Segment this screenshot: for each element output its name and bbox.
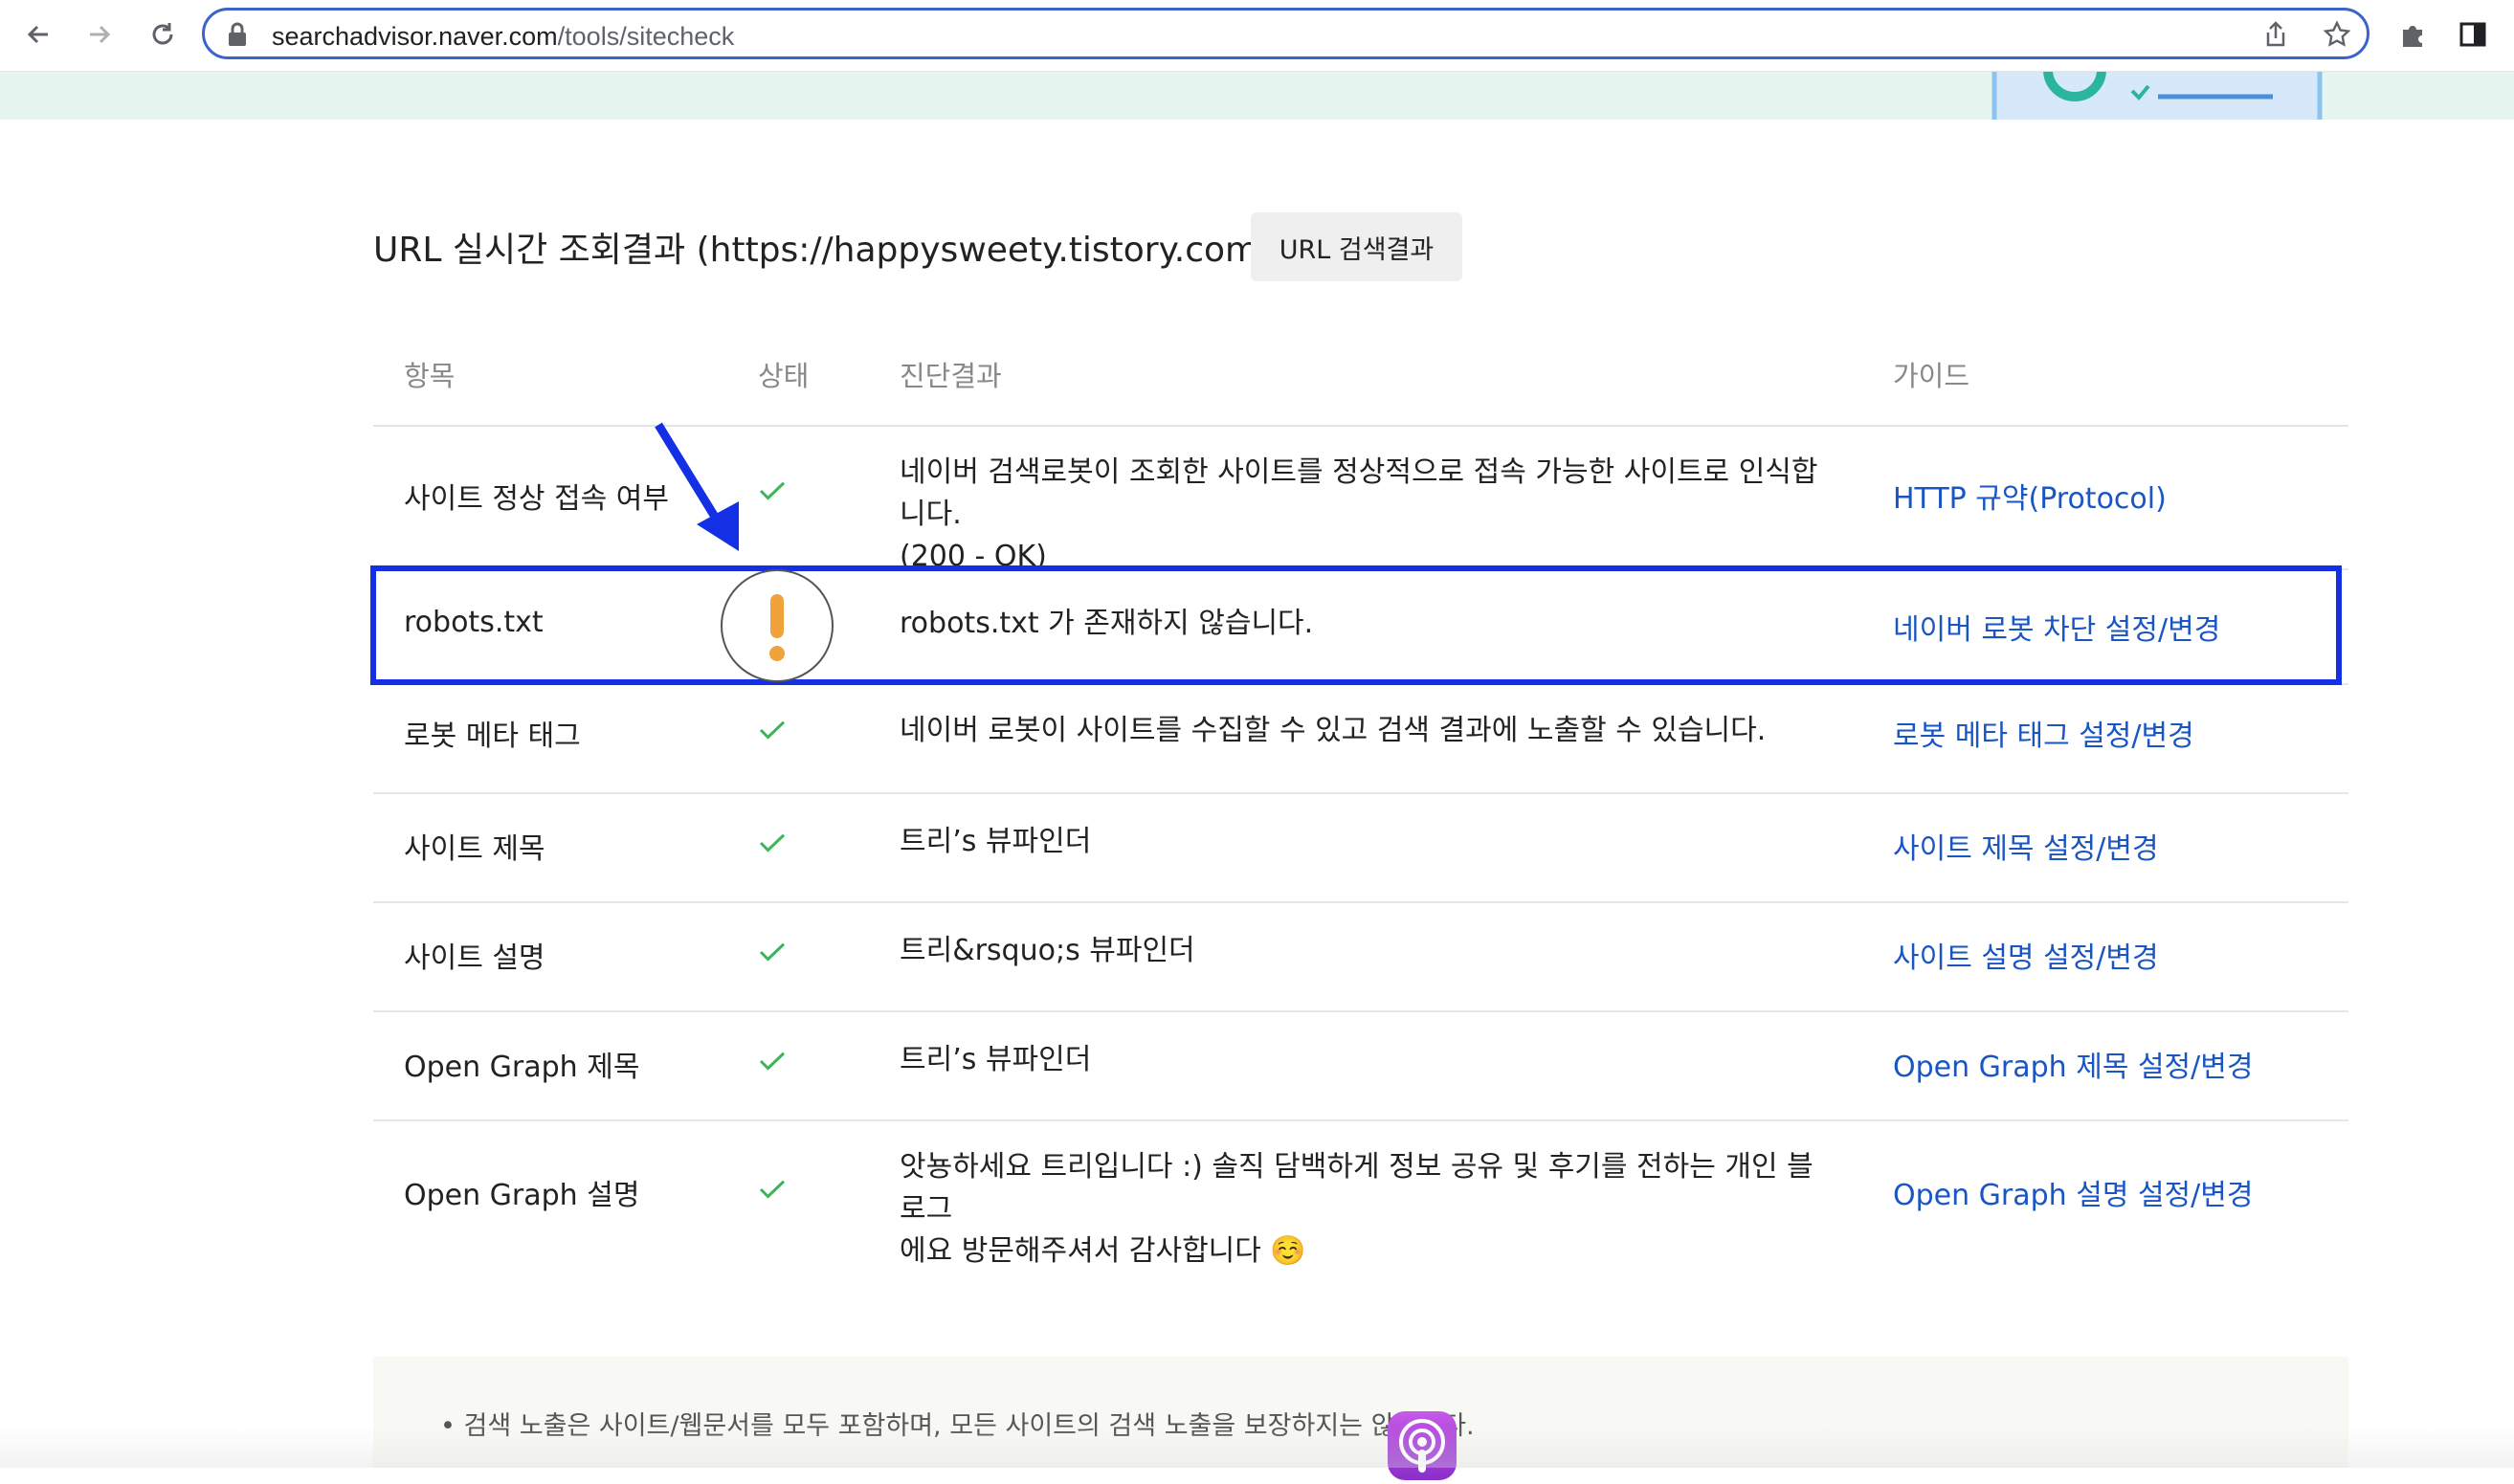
page-title: URL 실시간 조회결과 (https://happysweety.tistor… (373, 231, 1284, 270)
row-result: 앗뇽하세요 트리입니다 :) 솔직 담백하게 정보 공유 및 후기를 전하는 개… (900, 1146, 1837, 1273)
row-item-label: Open Graph 제목 (404, 1051, 640, 1084)
table-header: 항목 상태 진단결과 가이드 (373, 335, 2348, 427)
url-search-result-button[interactable]: URL 검색결과 (1251, 212, 1462, 281)
header-result: 진단결과 (900, 360, 1002, 392)
share-icon[interactable] (2260, 19, 2291, 50)
check-icon (759, 1180, 786, 1199)
guide-link-http-protocol[interactable]: HTTP 규약(Protocol) (1893, 475, 2167, 517)
browser-toolbar: searchadvisor.naver.com/tools/sitecheck (0, 0, 2514, 72)
header-item: 항목 (404, 360, 456, 392)
row-result: 트리’s 뷰파인더 (900, 1043, 1092, 1076)
table-row: Open Graph 설명 앗뇽하세요 트리입니다 :) 솔직 담백하게 정보 … (373, 1121, 2348, 1268)
table-row: 사이트 설명 트리&rsquo;s 뷰파인더 사이트 설명 설정/변경 (373, 903, 2348, 1012)
bookmark-star-icon[interactable] (2322, 19, 2352, 50)
exclamation-icon (769, 594, 785, 661)
header-guide: 가이드 (1893, 360, 1970, 392)
table-row: 로봇 메타 태그 네이버 로봇이 사이트를 수집할 수 있고 검색 결과에 노출… (373, 685, 2348, 794)
check-icon (759, 942, 786, 962)
table-row: 사이트 제목 트리’s 뷰파인더 사이트 제목 설정/변경 (373, 794, 2348, 903)
reload-icon[interactable] (142, 13, 184, 55)
page-banner (0, 72, 2514, 120)
address-bar[interactable]: searchadvisor.naver.com/tools/sitecheck (202, 8, 2369, 59)
sidepanel-icon[interactable] (2452, 13, 2494, 55)
guide-link-site-description[interactable]: 사이트 설명 설정/변경 (1893, 934, 2159, 976)
row-item-label: 사이트 설명 (404, 941, 545, 975)
check-icon (759, 1052, 786, 1071)
guide-link-site-title[interactable]: 사이트 제목 설정/변경 (1893, 825, 2159, 867)
url-text: searchadvisor.naver.com/tools/sitecheck (272, 22, 734, 52)
check-icon (759, 481, 786, 500)
row-item-label: 사이트 제목 (404, 832, 545, 866)
row-result-line: 앗뇽하세요 트리입니다 :) 솔직 담백하게 정보 공유 및 후기를 전하는 개… (900, 1150, 1813, 1226)
bottom-shadow (0, 1426, 2514, 1468)
lock-icon[interactable] (222, 19, 253, 50)
url-host: searchadvisor.naver.com (272, 22, 558, 51)
check-icon (759, 833, 786, 853)
row-result: 네이버 검색로봇이 조회한 사이트를 정상적으로 접속 가능한 사이트로 인식합… (900, 452, 1837, 578)
row-result: 트리&rsquo;s 뷰파인더 (900, 934, 1195, 967)
row-item-label: 로봇 메타 태그 (404, 720, 581, 753)
forward-icon[interactable] (78, 13, 121, 55)
row-result-line: 네이버 검색로봇이 조회한 사이트를 정상적으로 접속 가능한 사이트로 인식합… (900, 455, 1818, 531)
guide-link-og-title[interactable]: Open Graph 제목 설정/변경 (1893, 1043, 2253, 1085)
row-result-line: 에요 방문해주셔서 감사합니다 ☺️ (900, 1234, 1306, 1268)
annotation-highlight-box (370, 565, 2342, 685)
url-path: /tools/sitecheck (557, 22, 735, 51)
banner-illustration-icon (1991, 72, 2323, 120)
row-item-label: 사이트 정상 접속 여부 (404, 482, 670, 516)
extensions-icon[interactable] (2392, 13, 2435, 55)
warning-status-icon (721, 569, 834, 682)
table-row: Open Graph 제목 트리’s 뷰파인더 Open Graph 제목 설정… (373, 1012, 2348, 1121)
back-icon[interactable] (17, 13, 59, 55)
row-result: 트리’s 뷰파인더 (900, 825, 1092, 858)
header-status: 상태 (758, 360, 810, 392)
annotation-arrow-icon (655, 422, 739, 551)
check-icon (759, 720, 786, 740)
guide-link-robot-meta[interactable]: 로봇 메타 태그 설정/변경 (1893, 712, 2194, 754)
row-item-label: Open Graph 설명 (404, 1179, 640, 1212)
guide-link-og-description[interactable]: Open Graph 설명 설정/변경 (1893, 1171, 2253, 1213)
row-result: 네이버 로봇이 사이트를 수집할 수 있고 검색 결과에 노출할 수 있습니다. (900, 714, 1767, 747)
